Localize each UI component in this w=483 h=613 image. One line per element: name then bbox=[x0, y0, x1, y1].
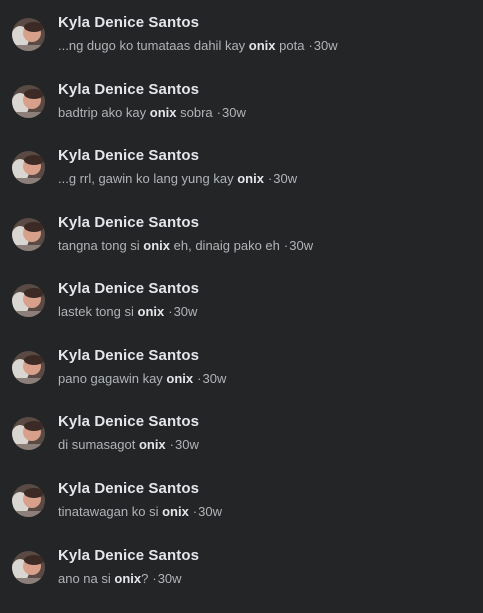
snippet-text-before: pano gagawin kay bbox=[58, 371, 167, 386]
contact-name: Kyla Denice Santos bbox=[58, 347, 200, 364]
search-term-highlight: onix bbox=[166, 371, 194, 386]
search-result-row[interactable]: Kyla Denice Santos ...ng dugo ko tumataa… bbox=[0, 14, 483, 80]
snippet-text-before: ...ng dugo ko tumataas dahil kay bbox=[58, 38, 249, 53]
search-term-highlight: onix bbox=[149, 105, 177, 120]
avatar bbox=[12, 351, 45, 384]
profile-photo-icon bbox=[12, 351, 45, 384]
contact-name: Kyla Denice Santos bbox=[58, 547, 200, 564]
message-snippet: ano na si onix? ·30w bbox=[58, 571, 182, 586]
search-result-row[interactable]: Kyla Denice Santos lastek tong si onix ·3… bbox=[0, 280, 483, 346]
snippet-text-after: pota bbox=[275, 38, 305, 53]
message-snippet: ...ng dugo ko tumataas dahil kay onix po… bbox=[58, 38, 338, 53]
message-timestamp: 30w bbox=[273, 171, 298, 186]
message-timestamp: 30w bbox=[175, 437, 199, 452]
message-snippet: tangna tong si onix eh, dinaig pako eh ·3… bbox=[58, 238, 313, 253]
snippet-text-after: eh, dinaig pako eh bbox=[170, 238, 280, 253]
search-result-row[interactable]: Kyla Denice Santos tangna tong si onix e… bbox=[0, 214, 483, 280]
contact-name: Kyla Denice Santos bbox=[58, 14, 200, 31]
avatar bbox=[12, 151, 45, 184]
contact-name: Kyla Denice Santos bbox=[58, 81, 200, 98]
avatar bbox=[12, 218, 45, 251]
profile-photo-icon bbox=[12, 85, 45, 118]
profile-photo-icon bbox=[12, 284, 45, 317]
message-timestamp: 30w bbox=[289, 238, 314, 253]
message-timestamp: 30w bbox=[198, 504, 223, 519]
message-snippet: lastek tong si onix ·30w bbox=[58, 304, 197, 319]
separator-dot: · bbox=[308, 38, 313, 53]
snippet-text-after: sobra bbox=[176, 105, 213, 120]
separator-dot: · bbox=[197, 371, 202, 386]
separator-dot: · bbox=[169, 437, 175, 452]
contact-name: Kyla Denice Santos bbox=[58, 147, 200, 164]
search-term-highlight: onix bbox=[237, 171, 264, 186]
message-timestamp: 30w bbox=[313, 38, 338, 53]
contact-name: Kyla Denice Santos bbox=[58, 214, 200, 231]
search-result-row[interactable]: Kyla Denice Santos pano gagawin kay onix… bbox=[0, 347, 483, 413]
avatar bbox=[12, 284, 45, 317]
separator-dot: · bbox=[283, 238, 289, 253]
snippet-text-before: tangna tong si bbox=[58, 238, 144, 253]
message-snippet: badtrip ako kay onix sobra ·30w bbox=[58, 105, 246, 120]
search-result-row[interactable]: Kyla Denice Santos tinatawagan ko si oni… bbox=[0, 480, 483, 546]
contact-name: Kyla Denice Santos bbox=[58, 280, 200, 297]
search-term-highlight: onix bbox=[137, 304, 165, 319]
profile-photo-icon bbox=[12, 218, 45, 251]
message-snippet: tinatawagan ko si onix ·30w bbox=[58, 504, 222, 519]
profile-photo-icon bbox=[12, 417, 45, 450]
snippet-text-after: ? bbox=[141, 571, 149, 586]
search-term-highlight: onix bbox=[143, 238, 171, 253]
search-term-highlight: onix bbox=[138, 437, 166, 452]
message-snippet: di sumasagot onix ·30w bbox=[58, 437, 199, 452]
snippet-text-before: ...g rrl, gawin ko lang yung kay bbox=[58, 171, 238, 186]
message-search-results: Kyla Denice Santos ...ng dugo ko tumataa… bbox=[0, 0, 483, 609]
search-term-highlight: onix bbox=[248, 38, 276, 53]
profile-photo-icon bbox=[12, 151, 45, 184]
message-timestamp: 30w bbox=[157, 571, 182, 586]
profile-photo-icon bbox=[12, 484, 45, 517]
search-result-row[interactable]: Kyla Denice Santos badtrip ako kay onix … bbox=[0, 81, 483, 147]
profile-photo-icon bbox=[12, 551, 45, 584]
avatar bbox=[12, 417, 45, 450]
snippet-text-before: badtrip ako kay bbox=[58, 105, 150, 120]
contact-name: Kyla Denice Santos bbox=[58, 413, 200, 430]
snippet-text-before: tinatawagan ko si bbox=[58, 504, 163, 519]
message-timestamp: 30w bbox=[202, 371, 227, 386]
message-snippet: pano gagawin kay onix ·30w bbox=[58, 371, 226, 386]
snippet-text-before: lastek tong si bbox=[58, 304, 138, 319]
search-result-row[interactable]: Kyla Denice Santos di sumasagot onix ·30w bbox=[0, 413, 483, 479]
contact-name: Kyla Denice Santos bbox=[58, 480, 200, 497]
separator-dot: · bbox=[168, 304, 173, 319]
search-term-highlight: onix bbox=[114, 571, 142, 586]
separator-dot: · bbox=[152, 571, 157, 586]
search-result-row[interactable]: Kyla Denice Santos ...g rrl, gawin ko la… bbox=[0, 147, 483, 213]
avatar bbox=[12, 484, 45, 517]
message-snippet: ...g rrl, gawin ko lang yung kay onix ·30… bbox=[58, 171, 297, 186]
search-result-row[interactable]: Kyla Denice Santos ano na si onix? ·30w bbox=[0, 547, 483, 613]
avatar bbox=[12, 85, 45, 118]
separator-dot: · bbox=[192, 504, 198, 519]
search-term-highlight: onix bbox=[162, 504, 189, 519]
separator-dot: · bbox=[267, 171, 273, 186]
message-timestamp: 30w bbox=[222, 105, 246, 120]
avatar bbox=[12, 18, 45, 51]
snippet-text-before: di sumasagot bbox=[58, 437, 139, 452]
snippet-text-before: ano na si bbox=[58, 571, 115, 586]
avatar bbox=[12, 551, 45, 584]
message-timestamp: 30w bbox=[173, 304, 198, 319]
profile-photo-icon bbox=[12, 18, 45, 51]
separator-dot: · bbox=[216, 105, 221, 120]
